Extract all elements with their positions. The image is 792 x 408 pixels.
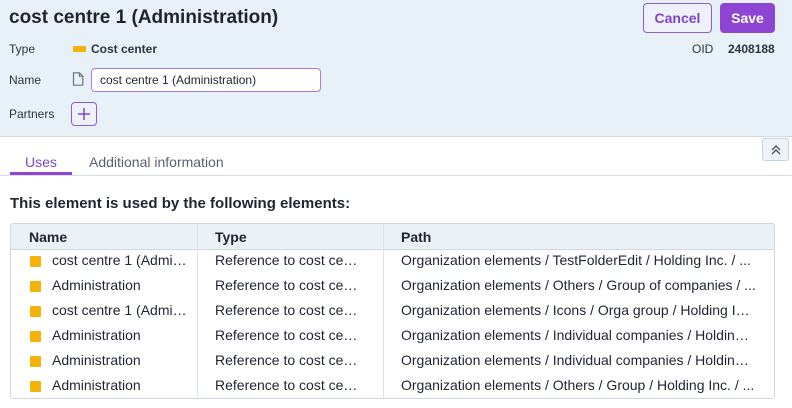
row-type: Reference to cost centre xyxy=(215,352,365,368)
row-name: Administration xyxy=(52,327,141,343)
name-label: Name xyxy=(9,73,42,87)
cost-center-icon xyxy=(73,46,86,52)
document-icon xyxy=(72,72,84,86)
tab-additional-information[interactable]: Additional information xyxy=(89,154,224,170)
row-name: cost centre 1 (Administration) xyxy=(52,252,192,268)
double-chevron-up-icon xyxy=(771,144,780,154)
row-type: Reference to cost centre xyxy=(215,277,365,293)
table-row[interactable]: cost centre 1 (Administration) Reference… xyxy=(11,249,774,274)
collapse-header-button[interactable] xyxy=(762,138,789,161)
oid-value: 2408188 xyxy=(728,42,775,56)
row-type: Reference to cost centre xyxy=(215,302,365,318)
column-header-path[interactable]: Path xyxy=(401,229,431,245)
table-header: Name Type Path xyxy=(11,224,774,250)
cost-center-icon xyxy=(30,381,41,392)
plus-icon xyxy=(78,108,90,120)
row-path: Organization elements / Others / Group o… xyxy=(401,277,756,293)
type-label: Type xyxy=(9,42,36,56)
table-row[interactable]: Administration Reference to cost centre … xyxy=(11,324,774,349)
table-row[interactable]: Administration Reference to cost centre … xyxy=(11,374,774,398)
oid-label: OID xyxy=(692,42,714,56)
row-path: Organization elements / TestFolderEdit /… xyxy=(401,252,751,268)
row-type: Reference to cost centre xyxy=(215,377,365,393)
element-header: cost centre 1 (Administration) Cancel Sa… xyxy=(0,0,792,137)
row-name: Administration xyxy=(52,277,141,293)
cost-center-icon xyxy=(30,281,41,292)
usages-table: Name Type Path cost centre 1 (Administra… xyxy=(10,223,775,399)
row-name: cost centre 1 (Administration) xyxy=(52,302,192,318)
row-path: Organization elements / Others / Group /… xyxy=(401,377,755,393)
row-type: Reference to cost centre xyxy=(215,327,365,343)
row-type: Reference to cost centre xyxy=(215,252,365,268)
table-row[interactable]: Administration Reference to cost centre … xyxy=(11,274,774,299)
column-header-name[interactable]: Name xyxy=(29,229,67,245)
row-name: Administration xyxy=(52,377,141,393)
row-path: Organization elements / Individual compa… xyxy=(401,327,756,343)
name-input[interactable] xyxy=(91,68,321,92)
add-partner-button[interactable] xyxy=(71,102,97,126)
cost-center-icon xyxy=(30,306,41,317)
table-row[interactable]: Administration Reference to cost centre … xyxy=(11,349,774,374)
row-path: Organization elements / Individual compa… xyxy=(401,352,756,368)
type-value: Cost center xyxy=(91,42,158,56)
page-title: cost centre 1 (Administration) xyxy=(9,7,279,28)
cancel-button[interactable]: Cancel xyxy=(643,3,712,33)
row-name: Administration xyxy=(52,352,141,368)
tab-uses[interactable]: Uses xyxy=(25,154,57,170)
cost-center-icon xyxy=(30,331,41,342)
column-header-type[interactable]: Type xyxy=(215,229,247,245)
tab-bar: Uses Additional information xyxy=(0,138,792,176)
section-title: This element is used by the following el… xyxy=(10,195,351,212)
save-button[interactable]: Save xyxy=(720,3,775,33)
table-row[interactable]: cost centre 1 (Administration) Reference… xyxy=(11,299,774,324)
row-path: Organization elements / Icons / Orga gro… xyxy=(401,302,756,318)
cost-center-icon xyxy=(30,356,41,367)
partners-label: Partners xyxy=(9,107,55,121)
active-tab-indicator xyxy=(10,172,72,175)
cost-center-icon xyxy=(30,256,41,267)
